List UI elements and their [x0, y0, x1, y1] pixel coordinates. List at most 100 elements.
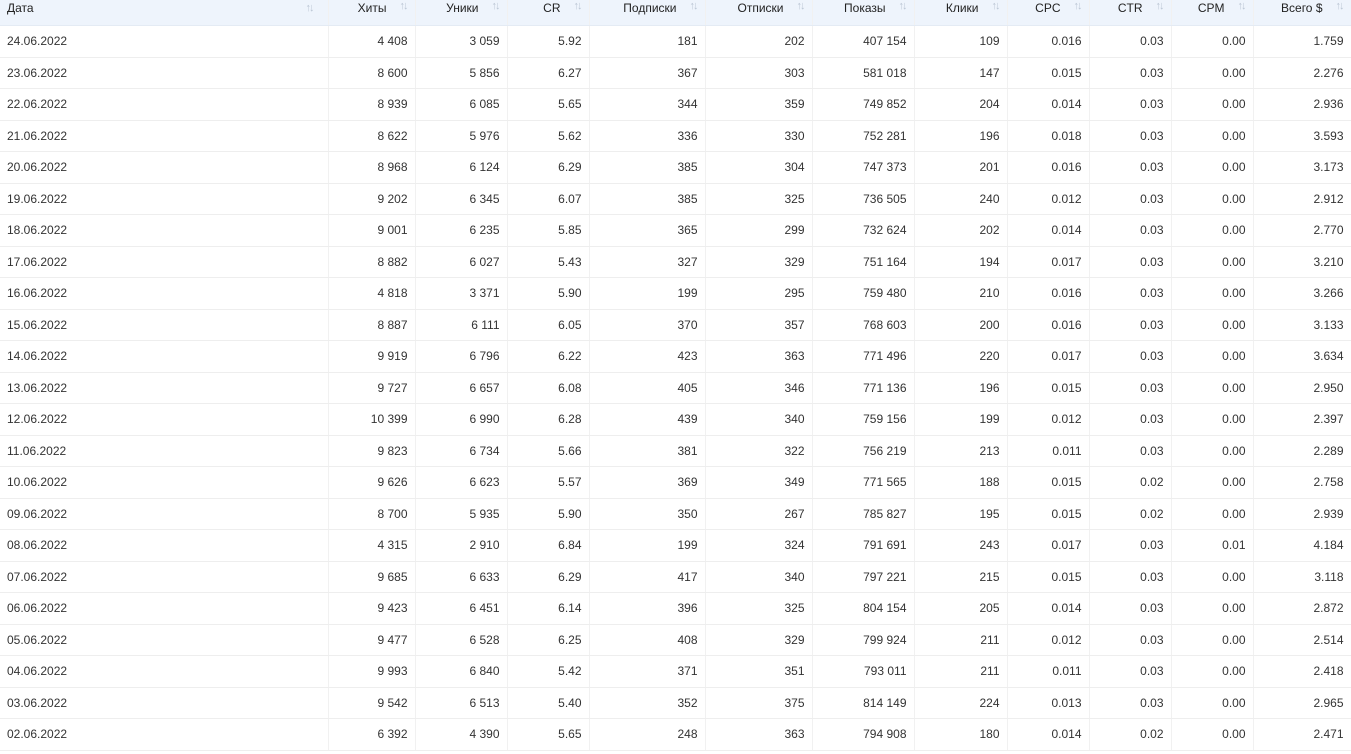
column-header-label: Клики — [945, 1, 979, 15]
table-cell: 9 919 — [328, 340, 416, 373]
table-row: 19.06.2022 9 202 6 345 6.07 385 325 736 505 240… — [0, 183, 1351, 215]
sort-updown-icon[interactable]: ↑↓ — [892, 0, 908, 13]
table-cell: 109 — [914, 25, 1008, 58]
table-cell: 8 939 — [328, 88, 416, 121]
table-row: 09.06.2022 8 700 5 935 5.90 350 267 785 827 195… — [0, 498, 1351, 530]
table-cell: 0.015 — [1007, 466, 1090, 499]
table-cell: 325 — [705, 592, 813, 625]
table-cell: 369 — [589, 466, 706, 499]
table-cell: 196 — [914, 120, 1008, 152]
table-cell: 0.00 — [1171, 25, 1254, 58]
column-header-label: CTR — [1117, 1, 1143, 15]
table-cell: 322 — [705, 435, 813, 467]
table-row: 13.06.2022 9 727 6 657 6.08 405 346 771 136 196… — [0, 372, 1351, 404]
table-cell: 340 — [705, 403, 813, 436]
table-cell: 0.014 — [1007, 592, 1090, 625]
sort-updown-icon[interactable]: ↑↓ — [1231, 0, 1247, 13]
table-cell: 0.00 — [1171, 655, 1254, 688]
table-cell: 12.06.2022 — [0, 403, 329, 436]
sort-updown-icon[interactable]: ↑↓ — [985, 0, 1001, 13]
sort-updown-icon[interactable]: ↑↓ — [790, 0, 806, 13]
table-cell: 771 136 — [812, 372, 915, 404]
table-cell: 6.07 — [507, 183, 590, 215]
table-cell: 385 — [589, 183, 706, 215]
column-header-label: Дата — [7, 1, 34, 15]
table-cell: 0.016 — [1007, 25, 1090, 58]
sort-updown-icon[interactable]: ↑↓ — [306, 2, 320, 15]
column-header[interactable]: Уники ↑↓ — [415, 0, 508, 26]
table-cell: 07.06.2022 — [0, 561, 329, 593]
table-cell: 0.00 — [1171, 309, 1254, 341]
table-cell: 0.00 — [1171, 340, 1254, 373]
table-cell: 02.06.2022 — [0, 718, 329, 751]
table-cell: 370 — [589, 309, 706, 341]
table-cell: 202 — [705, 25, 813, 58]
sort-updown-icon[interactable]: ↑↓ — [1149, 0, 1165, 13]
table-cell: 6 085 — [415, 88, 508, 121]
table-cell: 05.06.2022 — [0, 624, 329, 656]
table-cell: 0.03 — [1089, 403, 1172, 436]
table-cell: 0.015 — [1007, 561, 1090, 593]
column-header[interactable]: CPC ↑↓ — [1007, 0, 1090, 26]
table-cell: 797 221 — [812, 561, 915, 593]
table-cell: 330 — [705, 120, 813, 152]
table-cell: 295 — [705, 277, 813, 310]
column-header[interactable]: CPM ↑↓ — [1171, 0, 1254, 26]
table-cell: 0.03 — [1089, 340, 1172, 373]
table-cell: 0.03 — [1089, 592, 1172, 625]
column-header[interactable]: Клики ↑↓ — [914, 0, 1008, 26]
column-header[interactable]: Всего $ ↑↓ — [1253, 0, 1351, 26]
table-cell: 327 — [589, 246, 706, 278]
table-cell: 325 — [705, 183, 813, 215]
table-cell: 6 623 — [415, 466, 508, 499]
table-cell: 0.03 — [1089, 183, 1172, 215]
sort-updown-icon[interactable]: ↑↓ — [1067, 0, 1083, 13]
column-header[interactable]: Отписки ↑↓ — [705, 0, 813, 26]
table-cell: 0.012 — [1007, 403, 1090, 436]
column-header-label: Отписки — [737, 1, 784, 15]
table-cell: 201 — [914, 151, 1008, 184]
table-cell: 0.00 — [1171, 88, 1254, 121]
table-row: 02.06.2022 6 392 4 390 5.65 248 363 794 908 180… — [0, 718, 1351, 751]
sort-updown-icon[interactable]: ↑↓ — [485, 0, 501, 13]
sort-updown-icon[interactable]: ↑↓ — [1329, 0, 1345, 13]
table-cell: 9 423 — [328, 592, 416, 625]
sort-updown-icon[interactable]: ↑↓ — [393, 0, 409, 13]
table-cell: 0.03 — [1089, 561, 1172, 593]
table-cell: 0.00 — [1171, 592, 1254, 625]
table-cell: 181 — [589, 25, 706, 58]
column-header[interactable]: CR ↑↓ — [507, 0, 590, 26]
table-row: 23.06.2022 8 600 5 856 6.27 367 303 581 018 147… — [0, 57, 1351, 89]
column-header[interactable]: Показы ↑↓ — [812, 0, 915, 26]
sort-updown-icon[interactable]: ↑↓ — [683, 0, 699, 13]
table-cell: 791 691 — [812, 529, 915, 562]
table-cell: 0.02 — [1089, 498, 1172, 530]
table-cell: 381 — [589, 435, 706, 467]
table-cell: 6 451 — [415, 592, 508, 625]
sort-updown-icon[interactable]: ↑↓ — [567, 0, 583, 13]
table-row: 14.06.2022 9 919 6 796 6.22 423 363 771 496 220… — [0, 340, 1351, 373]
column-header[interactable]: CTR ↑↓ — [1089, 0, 1172, 26]
table-cell: 0.015 — [1007, 498, 1090, 530]
column-header[interactable]: Подписки ↑↓ — [589, 0, 706, 26]
table-cell: 396 — [589, 592, 706, 625]
table-cell: 0.00 — [1171, 435, 1254, 467]
column-header[interactable]: Хиты ↑↓ — [328, 0, 416, 26]
table-cell: 267 — [705, 498, 813, 530]
table-row: 20.06.2022 8 968 6 124 6.29 385 304 747 373 201… — [0, 151, 1351, 184]
table-header: Дата ↑↓ Хиты ↑↓ Уники ↑↓ CR ↑↓ Подписки ↑↓ Отписки… — [0, 0, 1351, 26]
table-cell: 5 935 — [415, 498, 508, 530]
table-cell: 9 727 — [328, 372, 416, 404]
table-cell: 8 600 — [328, 57, 416, 89]
column-header[interactable]: Дата ↑↓ — [0, 0, 329, 26]
table-cell: 147 — [914, 57, 1008, 89]
table-cell: 194 — [914, 246, 1008, 278]
table-row: 12.06.2022 10 399 6 990 6.28 439 340 759 156 19… — [0, 403, 1351, 436]
table-cell: 367 — [589, 57, 706, 89]
table-cell: 349 — [705, 466, 813, 499]
table-cell: 2.950 — [1253, 372, 1351, 404]
table-cell: 8 622 — [328, 120, 416, 152]
table-cell: 213 — [914, 435, 1008, 467]
table-cell: 2.872 — [1253, 592, 1351, 625]
stats-table: Дата ↑↓ Хиты ↑↓ Уники ↑↓ CR ↑↓ Подписки ↑↓ Отписки… — [0, 0, 1351, 751]
